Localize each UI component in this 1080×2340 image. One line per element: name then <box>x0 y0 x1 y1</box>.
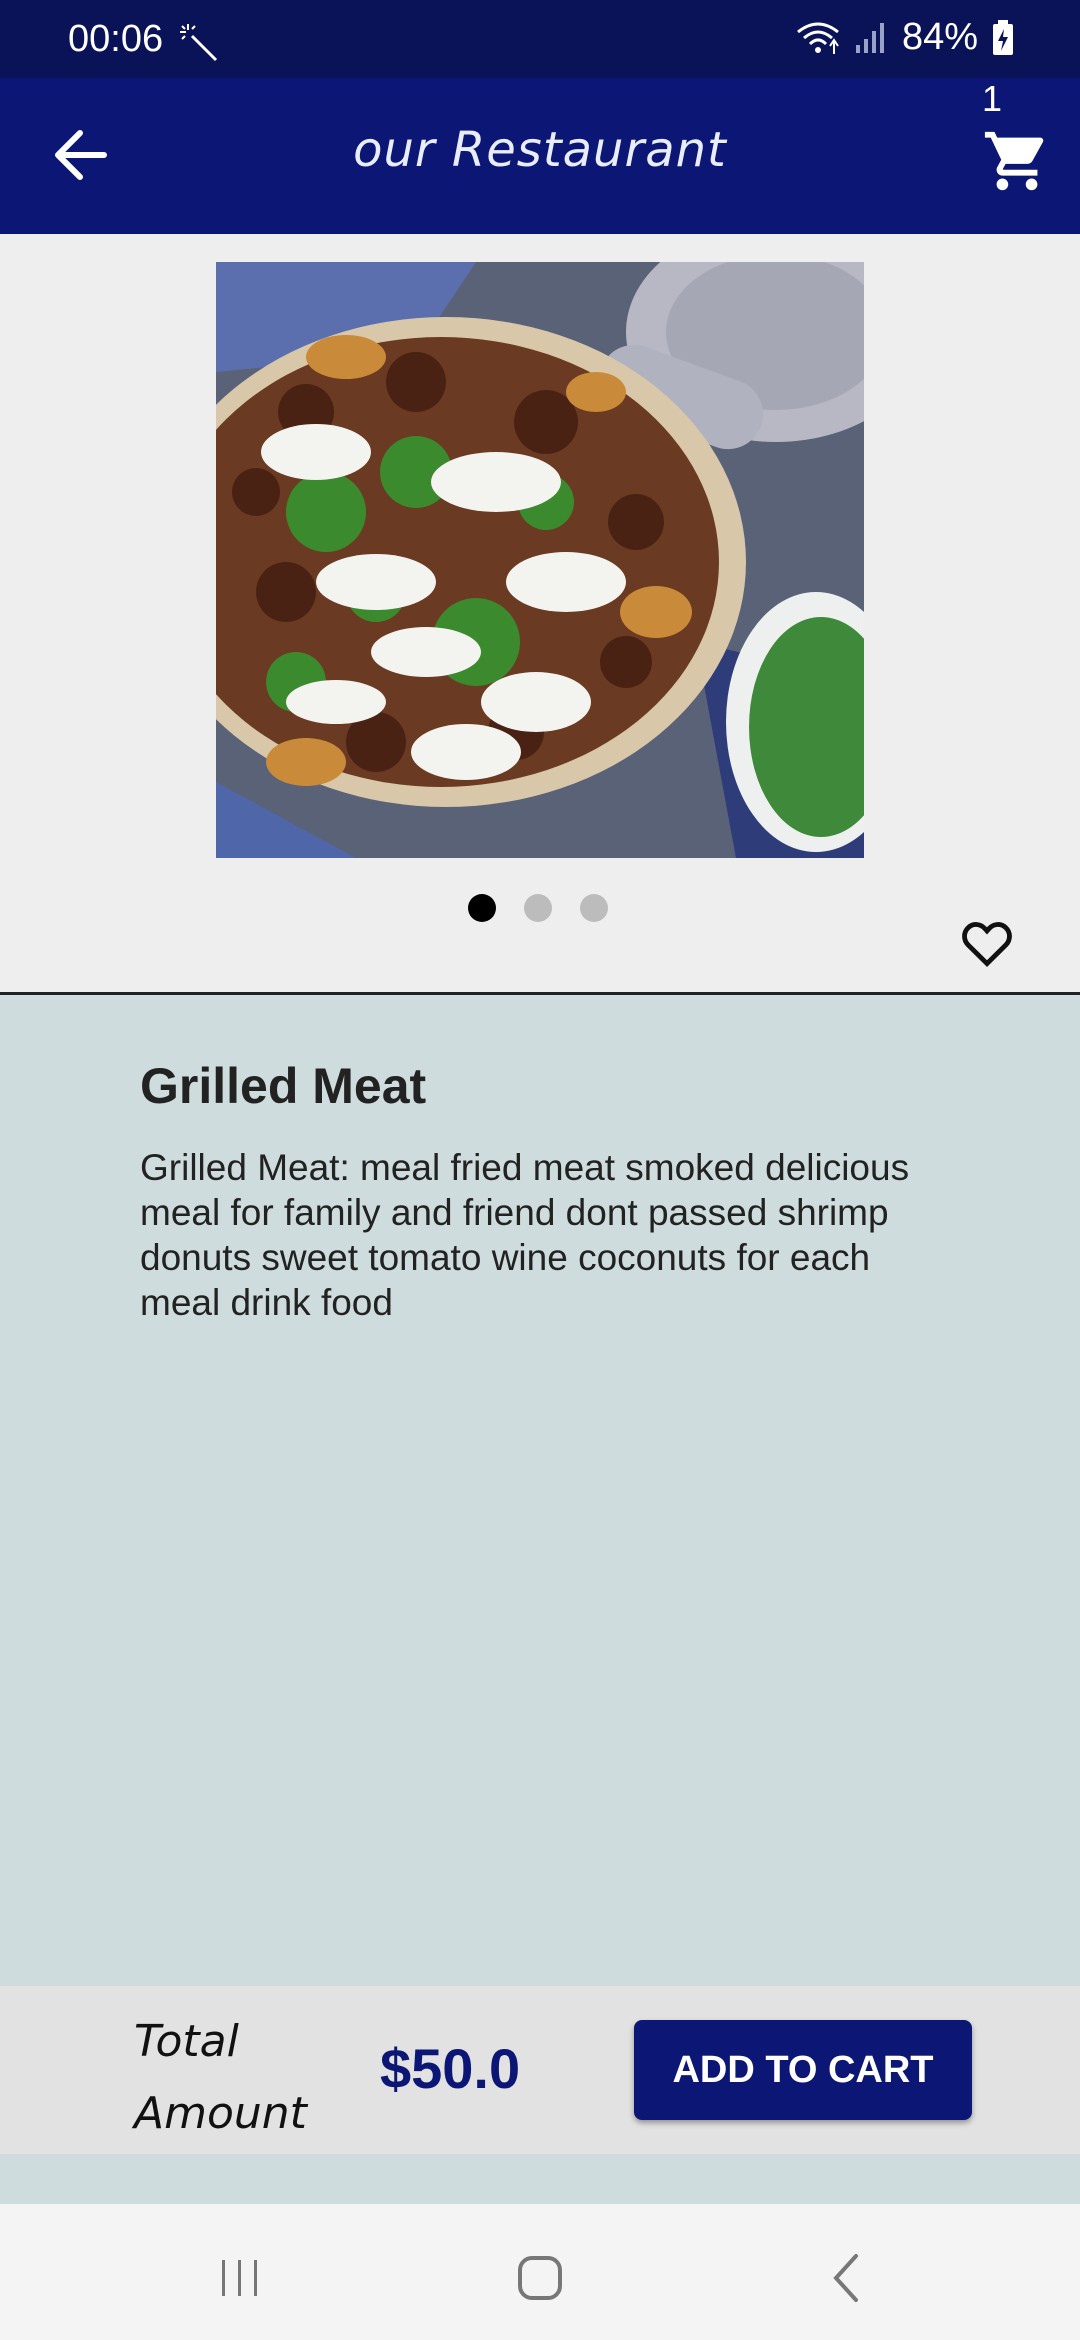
app-bar: our Restaurant 1 <box>0 78 1080 234</box>
home-icon[interactable] <box>512 2248 572 2308</box>
pagination-dots <box>468 894 608 922</box>
battery-percent: 84% <box>901 16 978 58</box>
total-amount-label: Total Amount <box>134 2016 307 2139</box>
magic-wand-icon <box>180 24 218 62</box>
wifi-icon <box>797 22 839 54</box>
status-icons: 84% <box>796 16 1014 59</box>
heart-outline-icon[interactable] <box>958 914 1016 972</box>
system-nav-bar <box>0 2204 1080 2340</box>
pagination-dot[interactable] <box>524 894 552 922</box>
signal-icon <box>855 22 884 53</box>
image-gallery[interactable] <box>0 234 1080 992</box>
cart-count-badge: 1 <box>982 78 1003 119</box>
recents-icon[interactable] <box>210 2248 270 2308</box>
checkout-bar: Total Amount $50.0 ADD TO CART <box>0 1986 1080 2154</box>
add-to-cart-button[interactable]: ADD TO CART <box>634 2020 972 2120</box>
pagination-dot[interactable] <box>580 894 608 922</box>
total-price: $50.0 <box>380 2037 521 2100</box>
status-time: 00:06 <box>68 18 164 60</box>
product-description: Grilled Meat: meal fried meat smoked del… <box>140 1147 910 1323</box>
battery-charging-icon <box>993 19 1013 55</box>
app-title: our Restaurant <box>353 122 727 178</box>
product-title: Grilled Meat <box>140 1058 427 1114</box>
status-bar: 00:06 84% <box>0 0 1080 78</box>
shopping-cart-icon[interactable] <box>982 126 1052 196</box>
product-details: Grilled Meat Grilled Meat: meal fried me… <box>0 995 1080 1985</box>
food-image[interactable] <box>216 262 864 858</box>
pagination-dot[interactable] <box>468 894 496 922</box>
chevron-left-icon[interactable] <box>818 2248 878 2308</box>
